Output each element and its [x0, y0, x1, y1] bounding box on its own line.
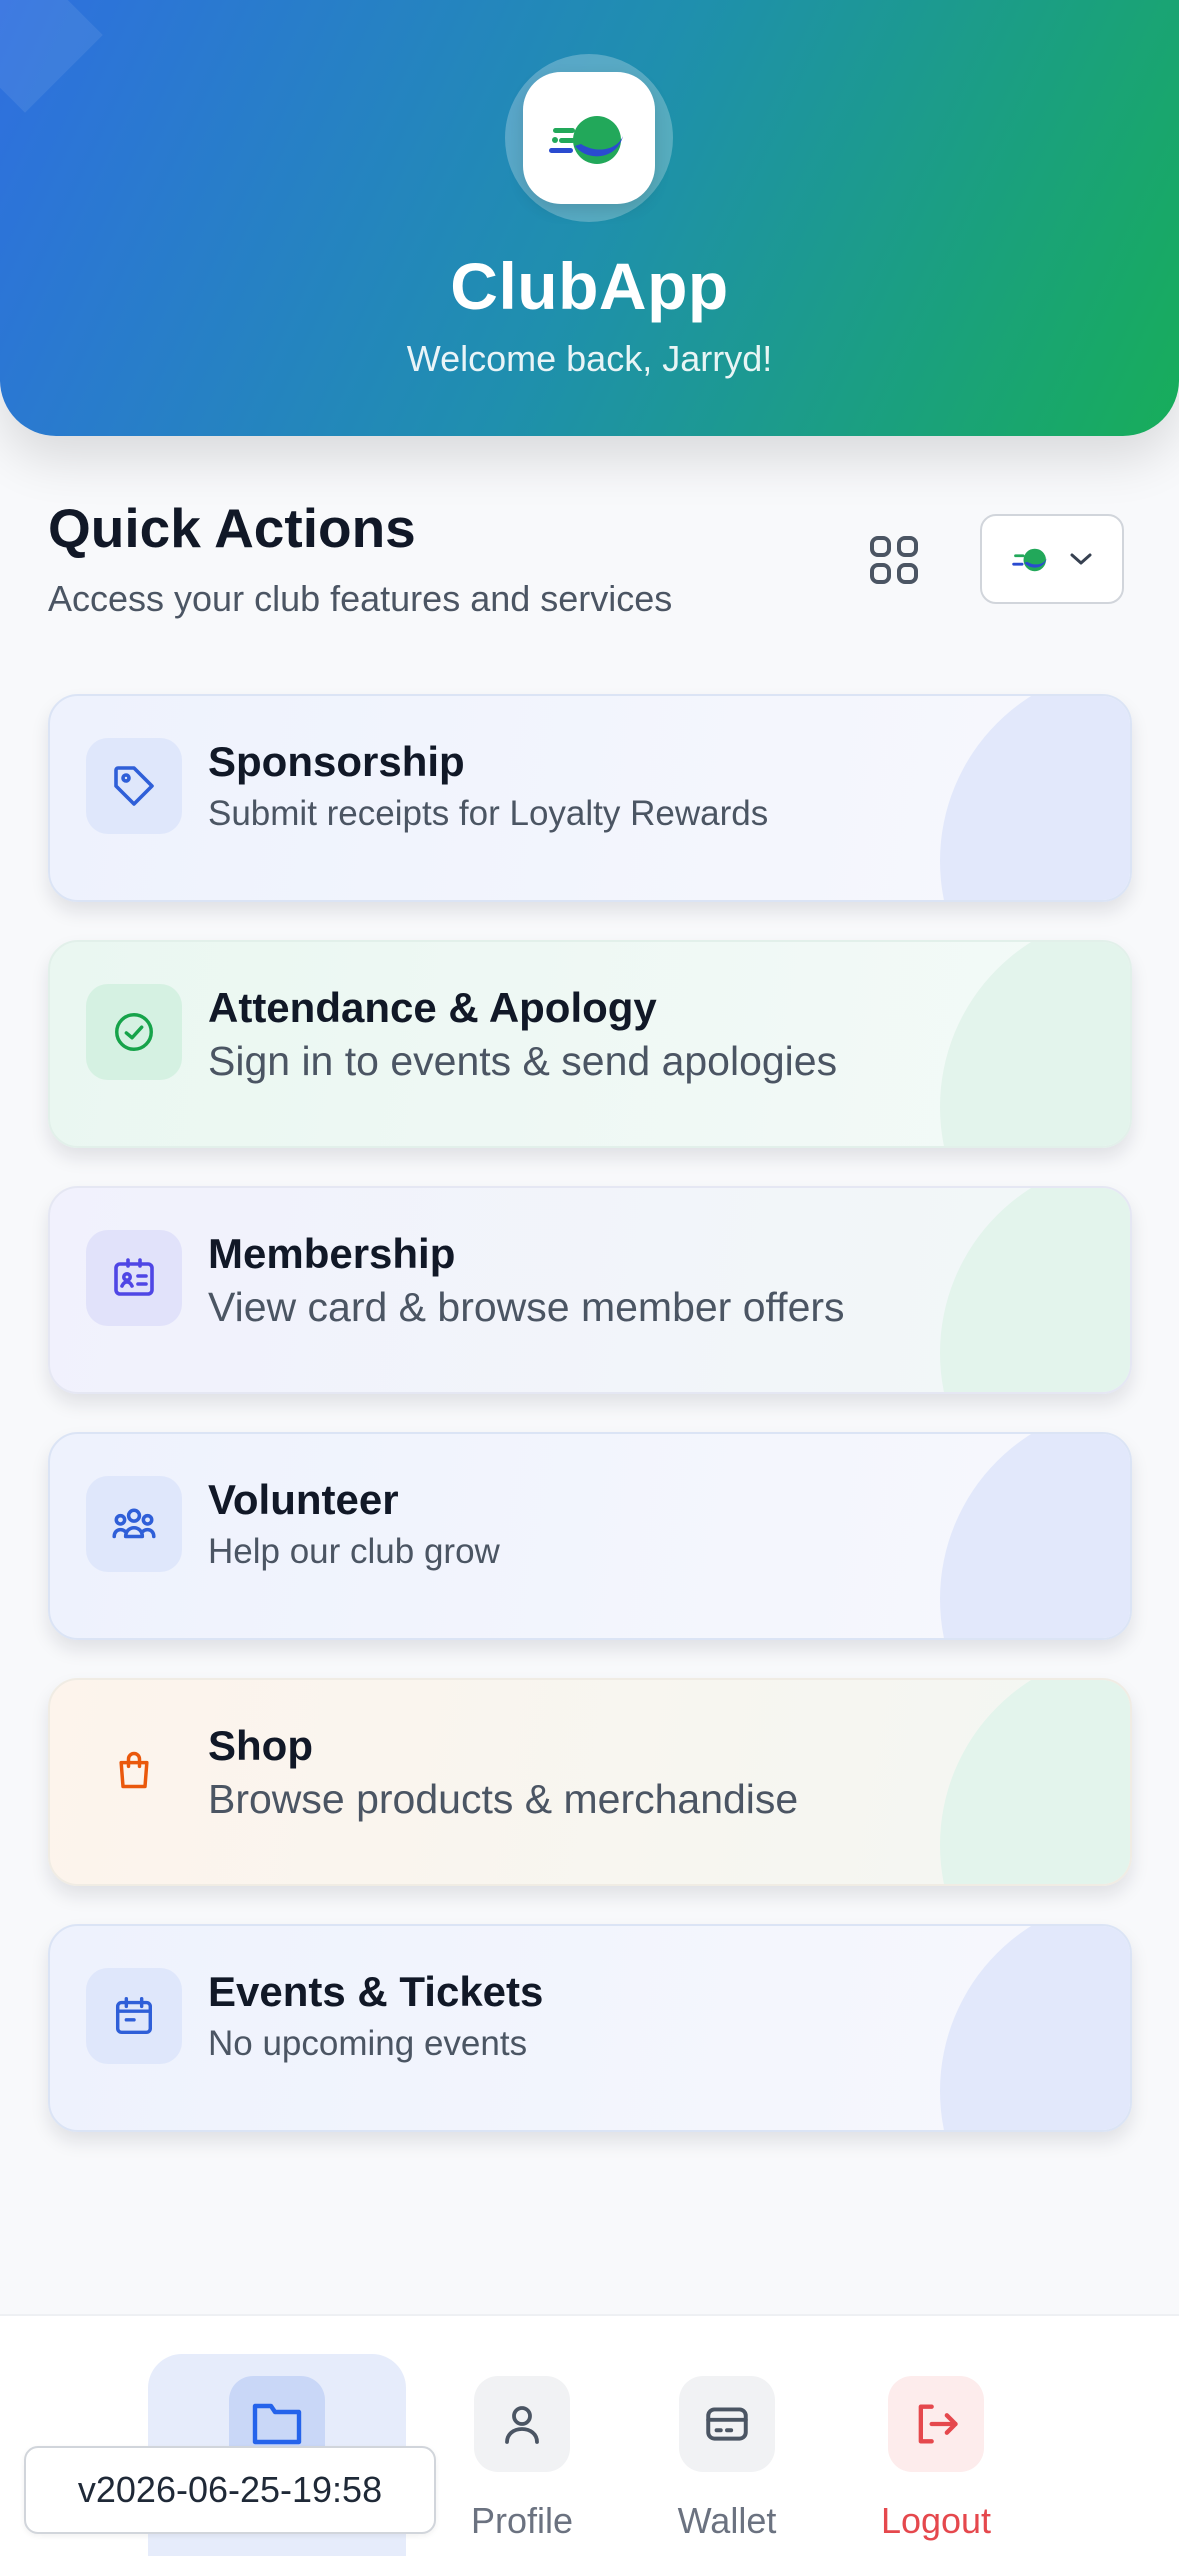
card-icon-wrap — [86, 984, 182, 1080]
calendar-icon — [115, 1997, 153, 2035]
nav-label: Profile — [470, 2500, 574, 2541]
card-volunteer[interactable]: Volunteer Help our club grow — [48, 1432, 1132, 1640]
version-badge: v2026-06-25-19:58 — [24, 2446, 436, 2534]
card-membership[interactable]: Membership View card & browse member off… — [48, 1186, 1132, 1394]
nav-item-wallet[interactable]: Wallet — [627, 2316, 827, 2556]
tag-icon — [114, 766, 154, 806]
wallet-icon — [706, 2407, 748, 2441]
grid-icon — [870, 536, 918, 584]
card-decoration — [940, 1188, 1130, 1392]
grid-view-button[interactable] — [860, 526, 928, 594]
card-title: Events & Tickets — [208, 1968, 544, 2015]
card-title: Sponsorship — [208, 738, 465, 785]
chevron-down-icon — [1070, 553, 1092, 565]
app-title: ClubApp — [450, 249, 729, 323]
card-decoration — [940, 1434, 1130, 1638]
card-description: Submit receipts for Loyalty Rewards — [208, 794, 769, 833]
app-logo-icon — [549, 116, 623, 164]
check-circle-icon — [115, 1013, 153, 1051]
header-decoration — [0, 0, 103, 113]
club-logo-icon — [1012, 548, 1047, 572]
card-description: Help our club grow — [208, 1532, 500, 1571]
card-decoration — [940, 1926, 1130, 2130]
card-decoration — [940, 1680, 1130, 1884]
shopping-bag-icon — [119, 1751, 149, 1789]
quick-actions-title: Quick Actions — [48, 497, 416, 559]
card-sponsorship[interactable]: Sponsorship Submit receipts for Loyalty … — [48, 694, 1132, 902]
app-header: ClubApp Welcome back, Jarryd! — [0, 0, 1179, 436]
card-description: No upcoming events — [208, 2024, 528, 2063]
card-icon-wrap — [86, 1476, 182, 1572]
card-decoration — [940, 942, 1130, 1146]
card-description: Browse products & merchandise — [208, 1776, 799, 1822]
nav-label: Logout — [880, 2500, 992, 2541]
card-shop[interactable]: Shop Browse products & merchandise — [48, 1678, 1132, 1886]
nav-icon-wrap — [474, 2376, 570, 2472]
card-decoration — [940, 696, 1130, 900]
card-description: View card & browse member offers — [208, 1284, 845, 1330]
people-icon — [112, 1508, 156, 1539]
card-events-tickets[interactable]: Events & Tickets No upcoming events — [48, 1924, 1132, 2132]
quick-actions-subtitle: Access your club features and services — [48, 578, 673, 619]
card-icon-wrap — [86, 738, 182, 834]
user-icon — [505, 2406, 539, 2444]
card-title: Membership — [208, 1230, 456, 1277]
card-icon-wrap — [86, 1230, 182, 1326]
card-title: Shop — [208, 1722, 313, 1769]
logout-icon — [918, 2404, 958, 2444]
card-icon-wrap — [86, 1722, 182, 1818]
card-attendance-apology[interactable]: Attendance & Apology Sign in to events &… — [48, 940, 1132, 1148]
card-description: Sign in to events & send apologies — [208, 1038, 838, 1084]
card-title: Volunteer — [208, 1476, 399, 1523]
app-logo — [523, 72, 655, 204]
nav-label: Wallet — [677, 2500, 777, 2541]
card-title: Attendance & Apology — [208, 984, 657, 1031]
nav-icon-wrap — [679, 2376, 775, 2472]
home-icon — [252, 2403, 302, 2445]
nav-item-profile[interactable]: Profile — [422, 2316, 622, 2556]
id-card-icon — [114, 1258, 154, 1296]
nav-icon-wrap — [888, 2376, 984, 2472]
nav-item-logout[interactable]: Logout — [836, 2316, 1036, 2556]
welcome-message: Welcome back, Jarryd! — [406, 338, 773, 379]
card-icon-wrap — [86, 1968, 182, 2064]
club-selector-dropdown[interactable] — [980, 514, 1124, 604]
